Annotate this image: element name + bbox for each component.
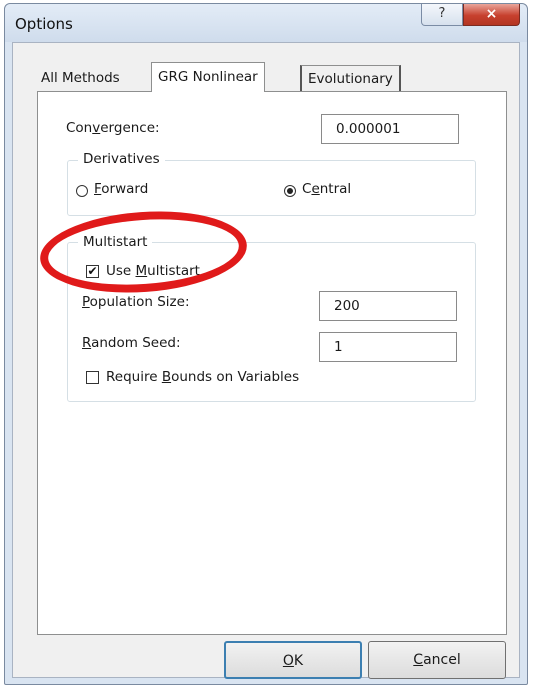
window-title: Options	[15, 15, 73, 33]
convergence-input[interactable]: 0.000001	[321, 114, 459, 144]
options-dialog: Options ? × All Methods GRG Nonlinear Ev…	[4, 3, 528, 685]
convergence-label: Convergence:	[66, 120, 160, 136]
central-label[interactable]: Central	[302, 181, 351, 197]
grg-nonlinear-panel: Convergence: 0.000001 Derivatives Forwar…	[37, 91, 507, 635]
derivatives-title: Derivatives	[78, 151, 165, 167]
forward-radio[interactable]	[76, 185, 88, 197]
use-multistart-label[interactable]: Use Multistart	[106, 263, 200, 279]
multistart-group: Multistart ✔ Use Multistart Population S…	[67, 234, 476, 402]
population-size-label: Population Size:	[82, 294, 190, 310]
title-bar[interactable]: Options ? ×	[5, 4, 527, 42]
central-radio[interactable]	[284, 185, 296, 197]
population-size-input[interactable]: 200	[319, 291, 457, 321]
multistart-title: Multistart	[78, 234, 153, 250]
ok-button[interactable]: OK	[224, 641, 362, 679]
help-icon: ?	[438, 6, 446, 21]
checkmark-icon: ✔	[87, 264, 98, 278]
close-icon: ×	[485, 6, 498, 22]
use-multistart-checkbox[interactable]: ✔	[86, 265, 99, 278]
tab-evolutionary[interactable]: Evolutionary	[300, 65, 401, 92]
tab-grg-nonlinear[interactable]: GRG Nonlinear	[151, 62, 265, 92]
central-radio-selected-dot	[287, 188, 293, 194]
derivatives-group: Derivatives Forward Central	[67, 151, 476, 216]
cancel-button[interactable]: Cancel	[368, 641, 506, 679]
random-seed-label: Random Seed:	[82, 335, 181, 351]
dialog-client-area: All Methods GRG Nonlinear Evolutionary C…	[12, 42, 520, 679]
random-seed-input[interactable]: 1	[319, 332, 457, 362]
tab-all-methods[interactable]: All Methods	[35, 65, 126, 91]
require-bounds-label[interactable]: Require Bounds on Variables	[106, 369, 299, 385]
forward-label[interactable]: Forward	[94, 181, 148, 197]
require-bounds-checkbox[interactable]	[86, 371, 99, 384]
close-button[interactable]: ×	[463, 4, 520, 26]
help-button[interactable]: ?	[421, 4, 463, 26]
